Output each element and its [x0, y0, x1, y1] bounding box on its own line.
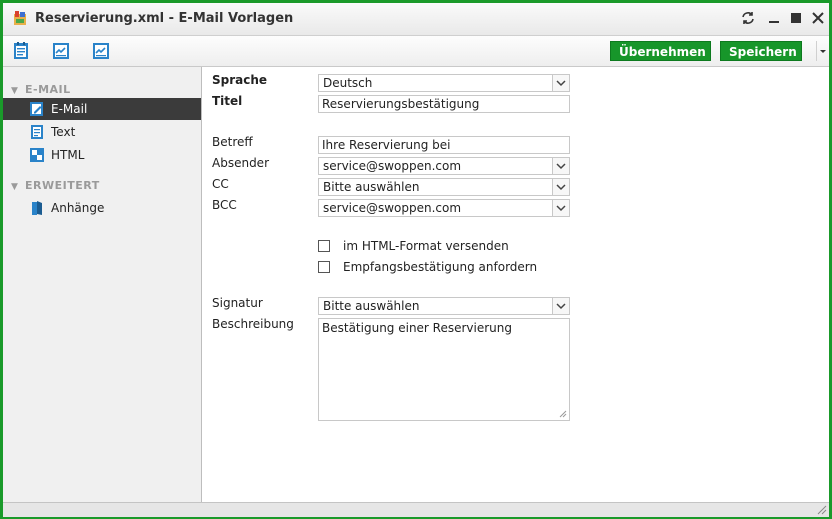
language-value: Deutsch [323, 76, 373, 90]
signature-value: Bitte auswählen [323, 299, 420, 313]
chevron-down-icon [552, 75, 569, 91]
sidebar-item-label: Text [51, 125, 76, 139]
sidebar-item-html[interactable]: HTML [3, 144, 201, 166]
receipt-checkbox[interactable] [318, 261, 330, 273]
html-format-label[interactable]: im HTML-Format versenden [343, 239, 509, 253]
language-select[interactable]: Deutsch [318, 74, 570, 92]
section-label: ERWEITERT [25, 179, 100, 192]
resize-grip-icon[interactable] [559, 410, 567, 418]
chevron-down-icon [552, 298, 569, 314]
cc-value: Bitte auswählen [323, 180, 420, 194]
sidebar-section-email[interactable]: ▼ E-MAIL [11, 83, 71, 99]
description-label: Beschreibung [212, 317, 294, 331]
subject-label: Betreff [212, 135, 253, 149]
signature-select[interactable]: Bitte auswählen [318, 297, 570, 315]
bcc-label: BCC [212, 198, 237, 212]
html-format-checkbox[interactable] [318, 240, 330, 252]
sender-select[interactable]: service@swoppen.com [318, 157, 570, 175]
receipt-label[interactable]: Empfangsbestätigung anfordern [343, 260, 537, 274]
text-document-icon [31, 125, 43, 139]
chart-icon[interactable] [51, 41, 71, 61]
window-resize-grip-icon[interactable] [817, 505, 827, 515]
bcc-value: service@swoppen.com [323, 201, 462, 215]
app-window: Reservierung.xml - E-Mail Vorlagen Übern… [0, 0, 832, 519]
sidebar-item-attachments[interactable]: Anhänge [3, 197, 201, 219]
title-label: Titel [212, 94, 243, 108]
sidebar: ▼ E-MAIL E-Mail Text HTML ▼ ERWEITERT An… [3, 67, 202, 502]
signature-label: Signatur [212, 296, 263, 310]
restore-sync-icon[interactable] [739, 9, 757, 27]
save-button[interactable]: Speichern [720, 41, 802, 61]
section-label: E-MAIL [25, 83, 71, 96]
close-icon[interactable] [809, 9, 827, 27]
app-logo-icon [14, 11, 26, 25]
status-bar [3, 502, 829, 517]
description-textarea[interactable]: Bestätigung einer Reservierung [318, 318, 570, 421]
sidebar-item-text[interactable]: Text [3, 121, 201, 143]
sidebar-section-extended[interactable]: ▼ ERWEITERT [11, 179, 100, 195]
sender-label: Absender [212, 156, 269, 170]
sender-value: service@swoppen.com [323, 159, 462, 173]
sidebar-item-label: Anhänge [51, 201, 105, 215]
cc-label: CC [212, 177, 229, 191]
cc-select[interactable]: Bitte auswählen [318, 178, 570, 196]
email-form: Sprache Deutsch Titel Reservierungsbestä… [202, 67, 829, 502]
maximize-icon[interactable] [787, 9, 805, 27]
toolbar: Übernehmen Speichern [3, 36, 829, 67]
chevron-down-icon [552, 179, 569, 195]
toolbar-dropdown-icon[interactable] [816, 41, 829, 61]
email-edit-icon [30, 102, 43, 116]
subject-input[interactable]: Ihre Reservierung bei [318, 136, 570, 154]
title-bar: Reservierung.xml - E-Mail Vorlagen [3, 3, 829, 36]
collapse-triangle-icon: ▼ [11, 86, 19, 96]
bcc-select[interactable]: service@swoppen.com [318, 199, 570, 217]
title-input[interactable]: Reservierungsbestätigung [318, 95, 570, 113]
collapse-triangle-icon: ▼ [11, 182, 19, 192]
chart-icon[interactable] [91, 41, 111, 61]
language-label: Sprache [212, 73, 268, 87]
minimize-icon[interactable] [765, 9, 783, 27]
description-value: Bestätigung einer Reservierung [322, 321, 513, 335]
apply-button[interactable]: Übernehmen [610, 41, 711, 61]
chevron-down-icon [552, 200, 569, 216]
attachment-book-icon [32, 201, 42, 215]
sidebar-item-email[interactable]: E-Mail [3, 98, 201, 120]
text-document-icon[interactable] [11, 41, 31, 61]
chevron-down-icon [552, 158, 569, 174]
window-title: Reservierung.xml - E-Mail Vorlagen [35, 11, 294, 26]
sidebar-item-label: E-Mail [51, 102, 88, 116]
sidebar-item-label: HTML [51, 148, 85, 162]
html-checker-icon [30, 148, 44, 162]
